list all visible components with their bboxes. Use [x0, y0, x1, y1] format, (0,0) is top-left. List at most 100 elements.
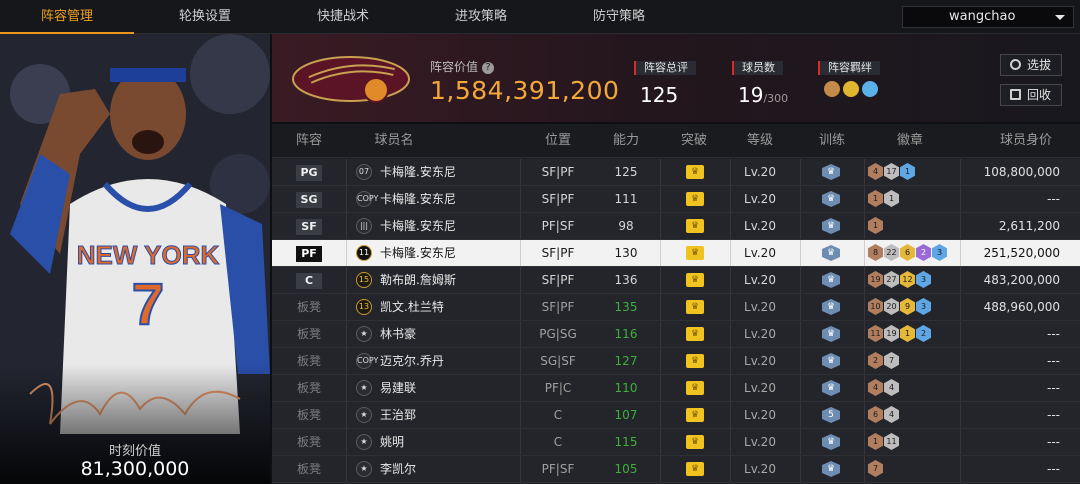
badge-bronze-icon[interactable]: 4	[868, 379, 883, 396]
breakthrough-crown-icon[interactable]: ♛	[686, 435, 704, 449]
table-row[interactable]: PF 11 卡梅隆.安东尼 SF|PF 130 ♛ Lv.20 ♛ 8 22 6 2 3 251,520,…	[272, 240, 1080, 267]
table-row[interactable]: 板凳 ★ 李凯尔 PF|SF 105 ♛ Lv.20 ♛ 7 ---	[272, 456, 1080, 483]
badge-gold-icon[interactable]: 9	[900, 298, 915, 315]
badge-group[interactable]: 44	[868, 379, 900, 397]
badge-silver-icon[interactable]: 4	[884, 379, 899, 396]
table-row[interactable]: SG COPY 卡梅隆.安东尼 SF|PF 111 ♛ Lv.20 ♛ 1 1 ---	[272, 186, 1080, 213]
badge-group[interactable]: 10 20 9 3	[868, 298, 932, 316]
breakthrough-crown-icon[interactable]: ♛	[686, 408, 704, 422]
player-name[interactable]: 易建联	[380, 375, 416, 401]
badge-group[interactable]: 19 27 12 3	[868, 271, 932, 289]
badge-silver-icon[interactable]: 7	[884, 352, 899, 369]
slot-position-badge[interactable]: SG	[296, 192, 322, 208]
training-icon[interactable]: ♛	[822, 191, 840, 207]
badge-silver-icon[interactable]: 27	[884, 271, 899, 288]
badge-silver-icon[interactable]: 17	[884, 163, 899, 180]
player-name[interactable]: 卡梅隆.安东尼	[380, 213, 456, 239]
recycle-button[interactable]: 回收	[1000, 84, 1062, 106]
breakthrough-crown-icon[interactable]: ♛	[686, 246, 704, 260]
badge-gold-icon[interactable]: 12	[900, 271, 915, 288]
badge-bronze-icon[interactable]: 6	[868, 406, 883, 423]
badge-bronze-icon[interactable]: 7	[868, 460, 883, 477]
slot-position-badge[interactable]: PF	[296, 246, 322, 262]
badge-blue-icon[interactable]: 1	[900, 163, 915, 180]
badge-bronze-icon[interactable]: 2	[868, 352, 883, 369]
badge-bronze-icon[interactable]: 8	[868, 244, 883, 261]
badge-gold-icon[interactable]: 1	[900, 325, 915, 342]
badge-blue-icon[interactable]: 2	[916, 325, 931, 342]
badge-silver-icon[interactable]: 19	[884, 325, 899, 342]
player-name[interactable]: 勒布朗.詹姆斯	[380, 267, 456, 293]
badge-blue-icon[interactable]: 3	[916, 271, 931, 288]
table-row[interactable]: 板凳 ★ 姚明 C 115 ♛ Lv.20 ♛ 1 11 ---	[272, 429, 1080, 456]
player-name[interactable]: 卡梅隆.安东尼	[380, 240, 456, 266]
badge-group[interactable]: 11 19 1 2	[868, 325, 932, 343]
badge-gold-icon[interactable]: 6	[900, 244, 915, 261]
player-name[interactable]: 迈克尔.乔丹	[380, 348, 444, 374]
player-name[interactable]: 林书豪	[380, 321, 416, 347]
badge-group[interactable]: 1 11	[868, 433, 900, 451]
breakthrough-crown-icon[interactable]: ♛	[686, 354, 704, 368]
table-row[interactable]: 板凳 COPY 迈克尔.乔丹 SG|SF 127 ♛ Lv.20 ♛ 2 7 ---	[272, 348, 1080, 375]
breakthrough-crown-icon[interactable]: ♛	[686, 165, 704, 179]
tab-quick-tactics[interactable]: 快捷战术	[276, 0, 410, 34]
breakthrough-crown-icon[interactable]: ♛	[686, 192, 704, 206]
tab-offense-strategy[interactable]: 进攻策略	[414, 0, 548, 34]
breakthrough-crown-icon[interactable]: ♛	[686, 462, 704, 476]
slot-position-badge[interactable]: SF	[296, 219, 322, 235]
player-name[interactable]: 卡梅隆.安东尼	[380, 186, 456, 212]
player-name[interactable]: 姚明	[380, 429, 404, 455]
player-card[interactable]: NEW YORK 7 时刻价值 81,300,000	[0, 34, 270, 484]
player-name[interactable]: 凯文.杜兰特	[380, 294, 444, 320]
badge-bronze-icon[interactable]: 1	[868, 217, 883, 234]
table-row[interactable]: C 15 勒布朗.詹姆斯 SF|PF 136 ♛ Lv.20 ♛ 19 27 12 3 483,200,…	[272, 267, 1080, 294]
badge-bronze-icon[interactable]: 4	[868, 163, 883, 180]
badge-group[interactable]: 7	[868, 460, 884, 478]
badge-group[interactable]: 4 17 1	[868, 163, 916, 181]
badge-silver-icon[interactable]: 11	[884, 433, 899, 450]
table-row[interactable]: 板凳 ★ 王治郅 C 107 ♛ Lv.20 5 6 4 ---	[272, 402, 1080, 429]
player-name[interactable]: 卡梅隆.安东尼	[380, 159, 456, 185]
training-icon[interactable]: ♛	[822, 434, 840, 450]
player-name[interactable]: 李凯尔	[380, 456, 416, 482]
tab-lineup-management[interactable]: 阵容管理	[0, 0, 134, 34]
training-icon[interactable]: ♛	[822, 299, 840, 315]
badge-bronze-icon[interactable]: 11	[868, 325, 883, 342]
training-icon[interactable]: ♛	[822, 353, 840, 369]
badge-blue-icon[interactable]: 3	[916, 298, 931, 315]
bond-icons[interactable]	[824, 81, 881, 101]
badge-silver-icon[interactable]: 20	[884, 298, 899, 315]
player-name[interactable]: 王治郅	[380, 402, 416, 428]
training-icon[interactable]: ♛	[822, 272, 840, 288]
slot-position-badge[interactable]: PG	[296, 165, 322, 181]
table-row[interactable]: 板凳 ★ 林书豪 PG|SG 116 ♛ Lv.20 ♛ 11 19 1 2 ---	[272, 321, 1080, 348]
badge-group[interactable]: 1	[868, 217, 884, 235]
breakthrough-crown-icon[interactable]: ♛	[686, 273, 704, 287]
badge-group[interactable]: 64	[868, 406, 900, 424]
badge-purple-icon[interactable]: 2	[916, 244, 931, 261]
badge-bronze-icon[interactable]: 1	[868, 190, 883, 207]
tab-rotation-settings[interactable]: 轮换设置	[138, 0, 272, 34]
badge-silver-icon[interactable]: 1	[884, 190, 899, 207]
select-button[interactable]: 选拔	[1000, 54, 1062, 76]
badge-silver-icon[interactable]: 4	[884, 406, 899, 423]
user-dropdown[interactable]: wangchao	[902, 6, 1074, 28]
bond-blue-icon[interactable]	[862, 81, 878, 97]
badge-group[interactable]: 8 22 6 2 3	[868, 244, 948, 262]
breakthrough-crown-icon[interactable]: ♛	[686, 219, 704, 233]
training-icon[interactable]: ♛	[822, 218, 840, 234]
bond-gold-icon[interactable]	[843, 81, 859, 97]
training-icon[interactable]: ♛	[822, 380, 840, 396]
training-icon[interactable]: ♛	[822, 245, 840, 261]
badge-bronze-icon[interactable]: 1	[868, 433, 883, 450]
bond-bronze-icon[interactable]	[824, 81, 840, 97]
help-icon[interactable]: ?	[482, 61, 495, 74]
tab-defense-strategy[interactable]: 防守策略	[552, 0, 686, 34]
training-icon[interactable]: ♛	[822, 326, 840, 342]
badge-group[interactable]: 27	[868, 352, 900, 370]
training-icon[interactable]: ♛	[822, 461, 840, 477]
badge-blue-icon[interactable]: 3	[932, 244, 947, 261]
training-icon[interactable]: 5	[822, 407, 840, 423]
table-row[interactable]: 板凳 13 凯文.杜兰特 SF|PF 135 ♛ Lv.20 ♛ 10 20 9 3 488,960,0…	[272, 294, 1080, 321]
breakthrough-crown-icon[interactable]: ♛	[686, 300, 704, 314]
